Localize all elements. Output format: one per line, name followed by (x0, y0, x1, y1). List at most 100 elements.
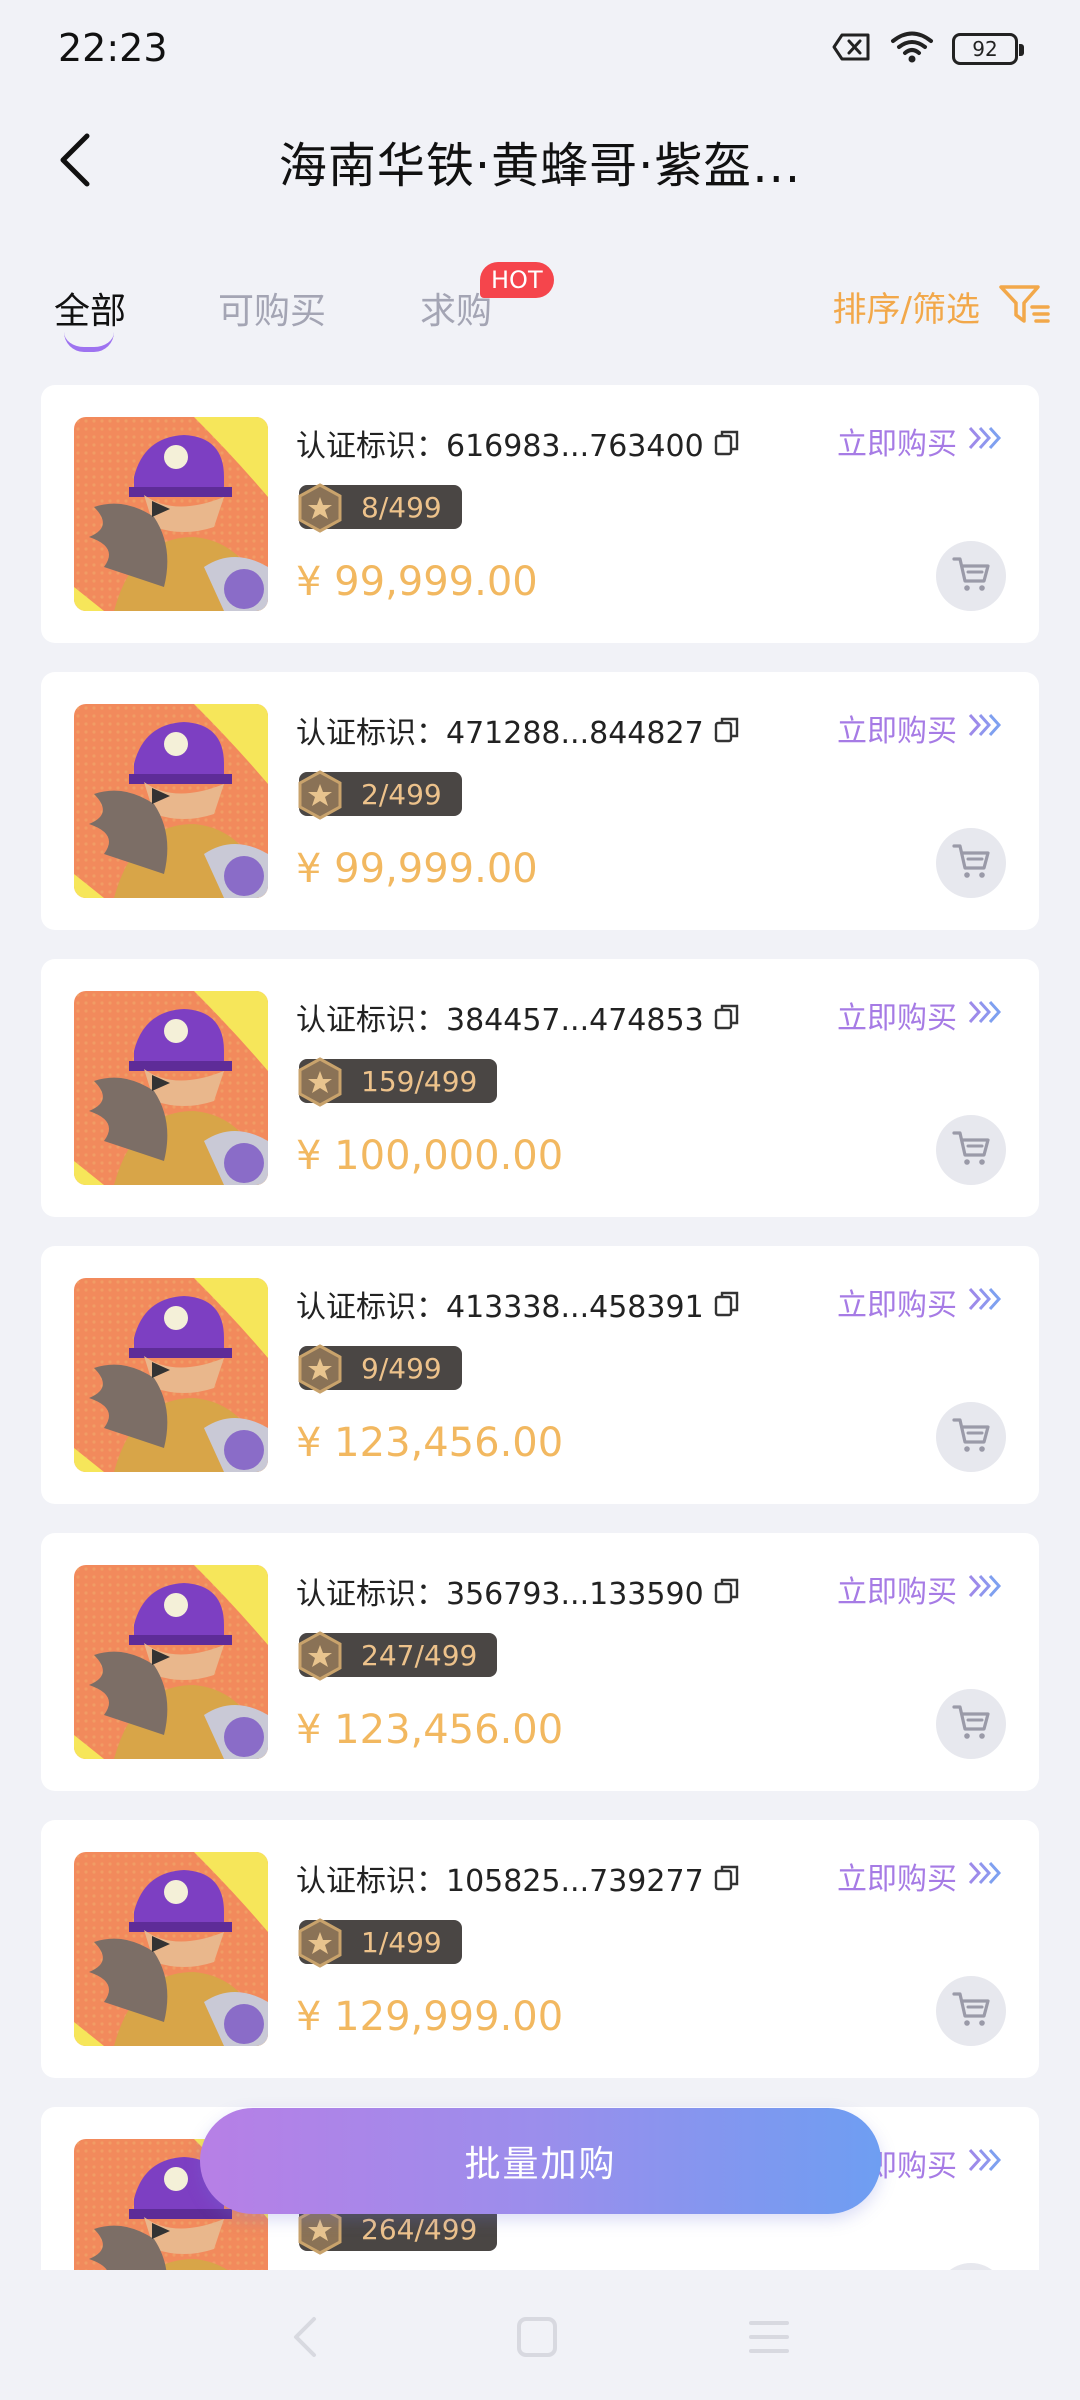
price: ¥ 99,999.00 (296, 846, 538, 892)
cert-prefix: 认证标识： (296, 1290, 446, 1325)
cert-id-row: 认证标识：356793...133590 (296, 1569, 740, 1613)
buy-now-label: 立即购买 (837, 1001, 957, 1036)
sort-filter-button[interactable]: 排序/筛选 (833, 282, 1052, 331)
edition-number: 159/499 (361, 1064, 478, 1098)
buy-now-link[interactable]: 立即购买 (837, 1280, 1005, 1324)
cart-icon (951, 1703, 991, 1745)
listing-card[interactable]: 认证标识：105825...739277 1/499 ¥ 129,999.00 … (41, 1820, 1039, 2078)
buy-now-label: 立即购买 (837, 1862, 957, 1897)
add-to-cart-button[interactable] (936, 2263, 1006, 2270)
cart-icon (951, 555, 991, 597)
copy-icon[interactable] (714, 1003, 740, 1031)
cert-id-value: 616983...763400 (446, 429, 704, 464)
copy-icon[interactable] (714, 1864, 740, 1892)
status-time: 22:23 (58, 26, 168, 70)
buy-now-link[interactable]: 立即购买 (837, 419, 1005, 463)
listing-card[interactable]: 认证标识：356793...133590 247/499 ¥ 123,456.0… (41, 1533, 1039, 1791)
listing-card[interactable]: 认证标识：413338...458391 9/499 ¥ 123,456.00 … (41, 1246, 1039, 1504)
buy-now-label: 立即购买 (837, 1575, 957, 1610)
nav-home-icon[interactable] (512, 2312, 562, 2362)
status-icons: 92 (832, 30, 1024, 68)
star-hexagon-icon (295, 770, 345, 827)
sort-filter-label: 排序/筛选 (832, 290, 980, 330)
edition-number: 2/499 (361, 777, 442, 811)
star-hexagon-icon (295, 1057, 345, 1114)
chevron-right-triple-icon (967, 1285, 1005, 1320)
cert-prefix: 认证标识： (296, 1864, 446, 1899)
copy-icon[interactable] (714, 1290, 740, 1318)
nft-thumbnail[interactable] (74, 1565, 268, 1759)
add-to-cart-button[interactable] (936, 828, 1006, 898)
nft-thumbnail[interactable] (74, 1278, 268, 1472)
nft-thumbnail[interactable] (74, 1852, 268, 2046)
buy-now-link[interactable]: 立即购买 (837, 706, 1005, 750)
nft-thumbnail[interactable] (74, 704, 268, 898)
back-arrow-icon (60, 133, 90, 187)
cart-icon (951, 1990, 991, 2032)
add-to-cart-button[interactable] (936, 1689, 1006, 1759)
buy-now-label: 立即购买 (837, 1288, 957, 1323)
star-hexagon-icon (295, 483, 345, 540)
cert-id-text: 认证标识：356793...133590 (296, 1569, 704, 1613)
listing-list: 认证标识：616983...763400 8/499 ¥ 99,999.00 立… (0, 385, 1080, 2270)
cert-id-value: 356793...133590 (446, 1577, 704, 1612)
hot-badge: HOT (480, 262, 554, 298)
listing-card[interactable]: 认证标识：384457...474853 159/499 ¥ 100,000.0… (41, 959, 1039, 1217)
cart-icon (951, 1129, 991, 1171)
cert-prefix: 认证标识： (296, 716, 446, 751)
star-hexagon-icon (295, 1918, 345, 1975)
battery-icon: 92 (952, 33, 1024, 65)
chevron-right-triple-icon (967, 1572, 1005, 1607)
add-to-cart-button[interactable] (936, 541, 1006, 611)
listing-card[interactable]: 认证标识：471288...844827 2/499 ¥ 99,999.00 立… (41, 672, 1039, 930)
buy-now-link[interactable]: 立即购买 (837, 1854, 1005, 1898)
star-hexagon-icon (295, 1631, 345, 1688)
filter-icon (998, 283, 1052, 331)
chevron-right-triple-icon (967, 1859, 1005, 1894)
add-to-cart-button[interactable] (936, 1115, 1006, 1185)
cert-id-text: 认证标识：616983...763400 (296, 421, 704, 465)
price: ¥ 99,999.00 (296, 559, 538, 605)
edition-badge: 2/499 (298, 770, 462, 820)
edition-number: 1/499 (361, 1925, 442, 1959)
nft-thumbnail[interactable] (74, 991, 268, 1185)
nav-menu-icon[interactable] (744, 2312, 794, 2362)
tab-bar: 全部 可购买 求购 HOT 排序/筛选 (0, 262, 1080, 362)
copy-icon[interactable] (714, 716, 740, 744)
system-nav-bar (0, 2270, 1080, 2400)
price: ¥ 123,456.00 (296, 1420, 564, 1466)
back-button[interactable] (44, 128, 104, 192)
page-title: 海南华铁·黄蜂哥·紫盔... (278, 138, 802, 194)
add-to-cart-button[interactable] (936, 1976, 1006, 2046)
edition-badge: 8/499 (298, 483, 462, 533)
buy-now-label: 立即购买 (837, 427, 957, 462)
nav-back-icon[interactable] (280, 2312, 330, 2362)
add-to-cart-button[interactable] (936, 1402, 1006, 1472)
edition-number: 9/499 (361, 1351, 442, 1385)
wifi-icon (890, 30, 934, 68)
sim-off-icon (832, 32, 872, 66)
cart-icon (951, 842, 991, 884)
copy-icon[interactable] (714, 429, 740, 457)
buy-now-link[interactable]: 立即购买 (837, 993, 1005, 1037)
cert-id-text: 认证标识：105825...739277 (296, 1856, 704, 1900)
copy-icon[interactable] (714, 1577, 740, 1605)
tab-all[interactable]: 全部 (54, 282, 126, 334)
cert-prefix: 认证标识： (296, 1003, 446, 1038)
edition-badge: 1/499 (298, 1918, 462, 1968)
tab-active-indicator (64, 332, 114, 352)
buy-now-link[interactable]: 立即购买 (837, 1567, 1005, 1611)
edition-badge: 159/499 (298, 1057, 498, 1107)
nft-thumbnail[interactable] (74, 417, 268, 611)
tab-buyable[interactable]: 可购买 (218, 282, 326, 334)
cart-icon (951, 1416, 991, 1458)
chevron-right-triple-icon (967, 711, 1005, 746)
listing-card[interactable]: 认证标识：616983...763400 8/499 ¥ 99,999.00 立… (41, 385, 1039, 643)
batch-add-button[interactable]: 批量加购 (200, 2108, 881, 2214)
cert-id-row: 认证标识：413338...458391 (296, 1282, 740, 1326)
price: ¥ 123,456.00 (296, 1707, 564, 1753)
cert-id-value: 471288...844827 (446, 716, 704, 751)
cert-id-value: 384457...474853 (446, 1003, 704, 1038)
status-bar: 22:23 92 (0, 0, 1080, 104)
cert-id-value: 105825...739277 (446, 1864, 704, 1899)
